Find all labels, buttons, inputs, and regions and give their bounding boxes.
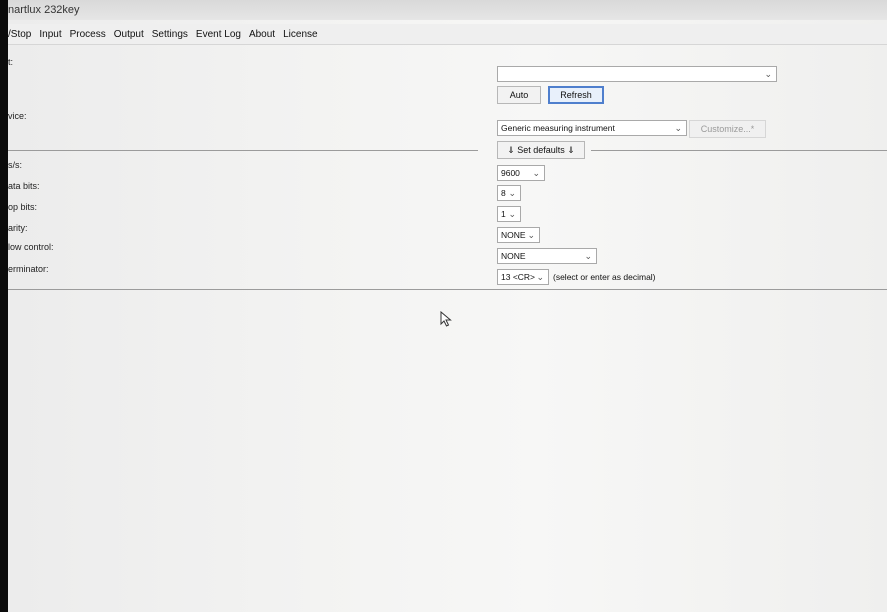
section-divider: [8, 150, 478, 151]
form-bottom-divider: [8, 289, 887, 290]
menu-settings[interactable]: Settings: [152, 29, 188, 40]
databits-select[interactable]: 8 ⌄: [497, 185, 521, 201]
chevron-down-icon: ⌄: [508, 209, 516, 219]
stopbits-select[interactable]: 1 ⌄: [497, 206, 521, 222]
chevron-down-icon: ⌄: [584, 251, 592, 261]
flow-control-label: low control:: [8, 242, 54, 252]
terminator-select[interactable]: 13 <CR> ⌄: [497, 269, 549, 285]
databits-label: ata bits:: [8, 181, 40, 191]
chevron-down-icon: ⌄: [674, 123, 682, 133]
terminator-value: 13 <CR>: [501, 272, 536, 282]
parity-label: arity:: [8, 223, 28, 233]
stopbits-value: 1: [501, 209, 506, 219]
chevron-down-icon: ⌄: [536, 272, 544, 282]
flow-control-value: NONE: [501, 251, 526, 261]
set-defaults-button[interactable]: ⇓ Set defaults ⇓: [497, 141, 585, 159]
menu-bar: /Stop Input Process Output Settings Even…: [8, 24, 887, 45]
chevron-down-icon: ⌄: [764, 69, 772, 79]
chevron-down-icon: ⌄: [508, 188, 516, 198]
menu-license[interactable]: License: [283, 29, 317, 40]
menu-event-log[interactable]: Event Log: [196, 29, 241, 40]
baud-label: s/s:: [8, 160, 23, 170]
stopbits-label: op bits:: [8, 202, 38, 212]
mouse-pointer-icon: [440, 311, 452, 327]
auto-button[interactable]: Auto: [497, 86, 541, 104]
chevron-down-icon: ⌄: [527, 230, 535, 240]
device-label: vice:: [8, 111, 27, 121]
menu-process[interactable]: Process: [70, 29, 106, 40]
terminator-label: erminator:: [8, 264, 49, 274]
device-select[interactable]: Generic measuring instrument ⌄: [497, 120, 687, 136]
baud-value: 9600: [501, 168, 520, 178]
terminator-hint: (select or enter as decimal): [553, 272, 656, 282]
device-value: Generic measuring instrument: [501, 123, 615, 133]
databits-value: 8: [501, 188, 506, 198]
flow-control-select[interactable]: NONE ⌄: [497, 248, 597, 264]
menu-output[interactable]: Output: [114, 29, 144, 40]
port-select[interactable]: ⌄: [497, 66, 777, 82]
menu-about[interactable]: About: [249, 29, 275, 40]
parity-select[interactable]: NONE ⌄: [497, 227, 540, 243]
baud-select[interactable]: 9600 ⌄: [497, 165, 545, 181]
app-window: nartlux 232key /Stop Input Process Outpu…: [8, 0, 887, 612]
menu-start-stop[interactable]: /Stop: [8, 29, 31, 40]
port-label: t:: [8, 57, 14, 67]
parity-value: NONE: [501, 230, 526, 240]
section-divider: [591, 150, 887, 151]
menu-input[interactable]: Input: [39, 29, 61, 40]
chevron-down-icon: ⌄: [532, 168, 540, 178]
customize-button[interactable]: Customize...*: [689, 120, 766, 138]
refresh-button[interactable]: Refresh: [548, 86, 604, 104]
window-title: nartlux 232key: [8, 4, 80, 16]
title-bar: nartlux 232key: [8, 0, 887, 20]
